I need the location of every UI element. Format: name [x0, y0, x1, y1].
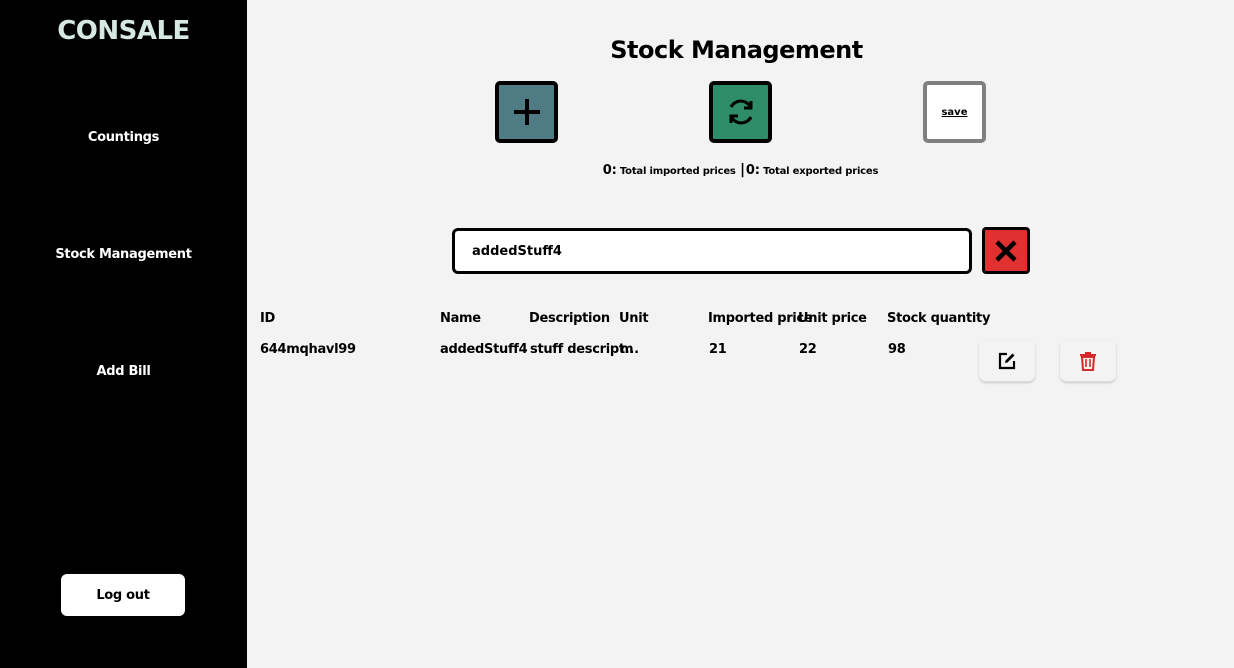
cell-name: addedStuff4 [440, 342, 528, 357]
logout-button[interactable]: Log out [61, 574, 185, 616]
column-header-unit: Unit [619, 311, 649, 326]
column-header-stock-quantity: Stock quantity [887, 311, 991, 326]
totals-summary: 0: Total imported prices |0: Total expor… [247, 162, 1234, 178]
cell-stock-quantity: 98 [888, 342, 906, 357]
sidebar-item-countings[interactable]: Countings [0, 130, 247, 145]
cell-unit-price: 22 [799, 342, 817, 357]
trash-icon [1080, 351, 1096, 371]
sidebar-item-stock-management[interactable]: Stock Management [0, 247, 247, 262]
column-header-unit-price: Unit price [798, 311, 867, 326]
refresh-button[interactable] [709, 81, 772, 143]
column-header-name: Name [440, 311, 481, 326]
edit-icon [998, 352, 1016, 369]
column-header-id: ID [260, 311, 276, 326]
search-input[interactable] [452, 228, 972, 274]
edit-button[interactable] [979, 340, 1035, 382]
plus-icon [513, 99, 540, 125]
refresh-icon [729, 99, 752, 125]
add-button[interactable] [495, 81, 558, 143]
totals-separator: | [739, 162, 745, 178]
brand-logo: CONSALE [57, 16, 190, 46]
cell-imported-price: 21 [709, 342, 727, 357]
total-imported-label: Total imported prices [619, 166, 736, 177]
clear-search-button[interactable] [982, 227, 1030, 274]
total-imported-value: 0: [602, 163, 617, 178]
page-title: Stock Management [610, 36, 863, 64]
cell-unit: m [620, 342, 634, 357]
column-header-imported-price: Imported price [708, 311, 813, 326]
total-exported-label: Total exported prices [763, 166, 879, 177]
save-button[interactable]: save [923, 81, 986, 143]
delete-button[interactable] [1060, 340, 1116, 382]
cell-id: 644mqhavl99 [260, 342, 356, 357]
total-exported-value: 0: [745, 163, 760, 178]
sidebar-item-add-bill[interactable]: Add Bill [0, 364, 247, 379]
main-content: Stock Management save 0: Total imported … [247, 0, 1234, 668]
close-icon [995, 239, 1017, 262]
column-header-description: Description [529, 311, 610, 326]
sidebar: CONSALE Countings Stock Management Add B… [0, 0, 247, 668]
